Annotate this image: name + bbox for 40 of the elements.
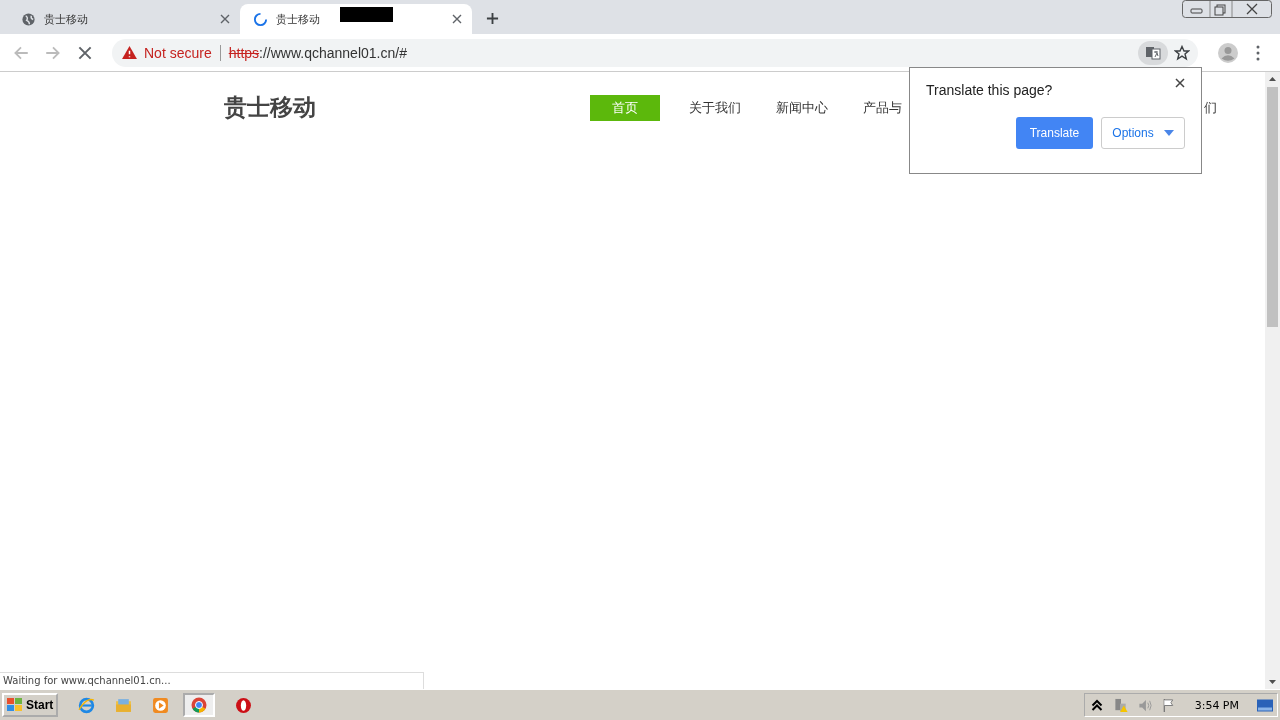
close-icon[interactable] <box>1175 78 1185 88</box>
new-tab-icon[interactable] <box>486 12 499 25</box>
warning-icon <box>122 46 137 59</box>
options-button[interactable]: Options <box>1101 117 1185 149</box>
tab-title: 贵士移动 <box>44 11 88 27</box>
address-bar[interactable]: Not secure https://www.qchannel01.cn/# <box>112 38 1198 67</box>
globe-icon <box>21 11 36 27</box>
start-button[interactable]: Start <box>2 693 59 717</box>
menu-icon[interactable] <box>1256 44 1260 61</box>
browser-tab[interactable]: 贵士移动 <box>240 4 472 34</box>
close-icon[interactable] <box>452 14 462 24</box>
show-desktop-icon[interactable] <box>1257 697 1273 713</box>
ie-icon[interactable] <box>78 696 96 714</box>
media-player-icon[interactable] <box>152 696 170 714</box>
profile-icon[interactable] <box>1218 42 1238 63</box>
popup-title: Translate this page? <box>926 82 1053 98</box>
clock[interactable]: 3:54 PM <box>1194 698 1239 712</box>
security-label: Not secure <box>144 44 212 61</box>
translate-icon[interactable] <box>1138 40 1168 65</box>
translate-button[interactable]: Translate <box>1016 117 1093 149</box>
scrollbar[interactable] <box>1265 72 1280 689</box>
caret-icon <box>1163 130 1174 136</box>
tab-title: 贵士移动 <box>276 11 320 27</box>
nav-link[interactable]: 们 <box>1204 94 1217 121</box>
network-warning-icon[interactable] <box>1112 697 1129 713</box>
close-icon[interactable] <box>220 14 230 24</box>
redaction-mark <box>340 6 393 22</box>
loading-spinner-icon <box>253 11 268 27</box>
windows-logo-icon <box>7 698 23 712</box>
browser-tab[interactable]: 贵士移动 <box>8 4 240 34</box>
site-logo[interactable]: 贵士移动 <box>224 92 590 123</box>
status-bubble: Waiting for www.qchannel01.cn... <box>0 672 424 689</box>
nav-link[interactable]: 新闻中心 <box>776 94 828 121</box>
star-icon[interactable] <box>1174 44 1190 61</box>
nav-link[interactable]: 关于我们 <box>689 94 741 121</box>
opera-icon[interactable] <box>235 696 253 714</box>
window-controls[interactable] <box>1182 0 1272 18</box>
url-text: https://www.qchannel01.cn/# <box>228 44 407 61</box>
nav-link[interactable]: 产品与 <box>863 94 902 121</box>
chrome-taskbar-icon[interactable] <box>183 693 216 717</box>
